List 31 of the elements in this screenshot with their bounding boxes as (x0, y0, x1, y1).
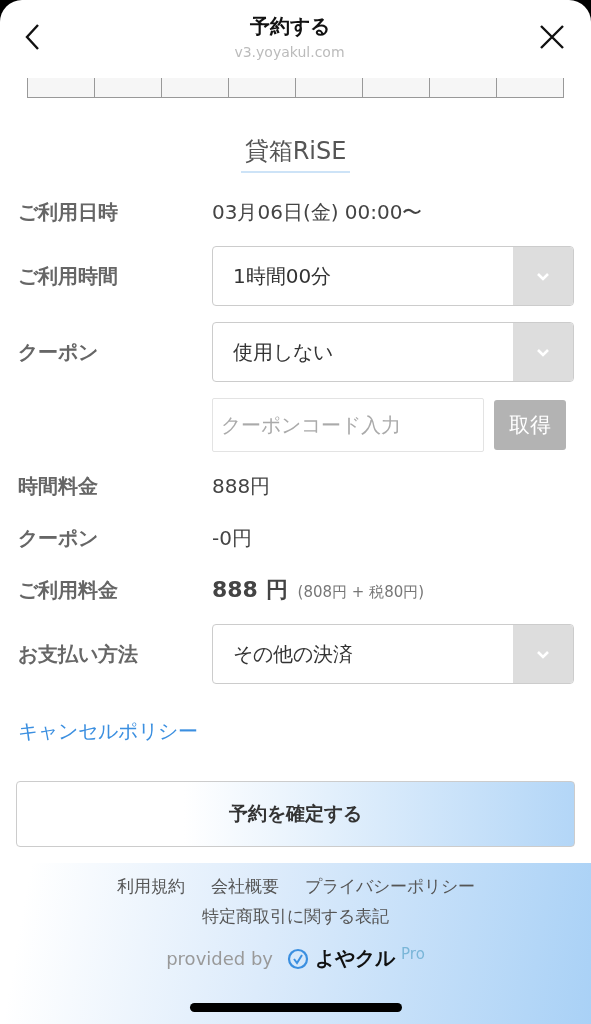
page-title: 予約する (249, 12, 330, 40)
shop-name: 貸箱RiSE (240, 135, 351, 173)
select-field[interactable]: 1時間00分 (212, 246, 574, 306)
chevron-down-icon (536, 649, 550, 659)
footer-link[interactable]: 会社概要 (210, 874, 279, 898)
field-label: クーポン (18, 524, 99, 552)
site-url: v3.yoyakul.com (234, 43, 345, 60)
select-field[interactable]: 使用しない (212, 322, 574, 382)
back-icon[interactable] (24, 23, 40, 51)
field-value: -0円 (212, 524, 252, 552)
field-label: ご利用時間 (18, 262, 119, 290)
field-value: 888円 (212, 472, 271, 500)
confirm-button[interactable]: 予約を確定する (16, 781, 575, 847)
field-label: クーポン (18, 338, 99, 366)
chevron-down-icon (536, 271, 550, 281)
field-label: お支払い方法 (18, 640, 139, 668)
total-amount: 888 円 (212, 576, 288, 604)
close-icon[interactable] (539, 24, 565, 50)
footer-link[interactable]: 利用規約 (116, 874, 185, 898)
field-label: ご利用料金 (18, 576, 119, 604)
logo-suffix: Pro (401, 944, 425, 963)
field-value: 03月06日(金) 00:00〜 (212, 198, 423, 226)
field-label: ご利用日時 (18, 198, 119, 226)
price-breakdown: (808円 + 税80円) (297, 583, 425, 602)
field-label: 時間料金 (18, 472, 99, 500)
footer-link[interactable]: 特定商取引に関する表記 (202, 904, 389, 928)
provided-by-text: provided by (166, 948, 273, 969)
chevron-down-icon (536, 347, 550, 357)
footer-link[interactable]: プライバシーポリシー (304, 874, 475, 898)
logo-text: よやクル (315, 945, 395, 972)
select-field[interactable]: その他の決済 (212, 624, 574, 684)
